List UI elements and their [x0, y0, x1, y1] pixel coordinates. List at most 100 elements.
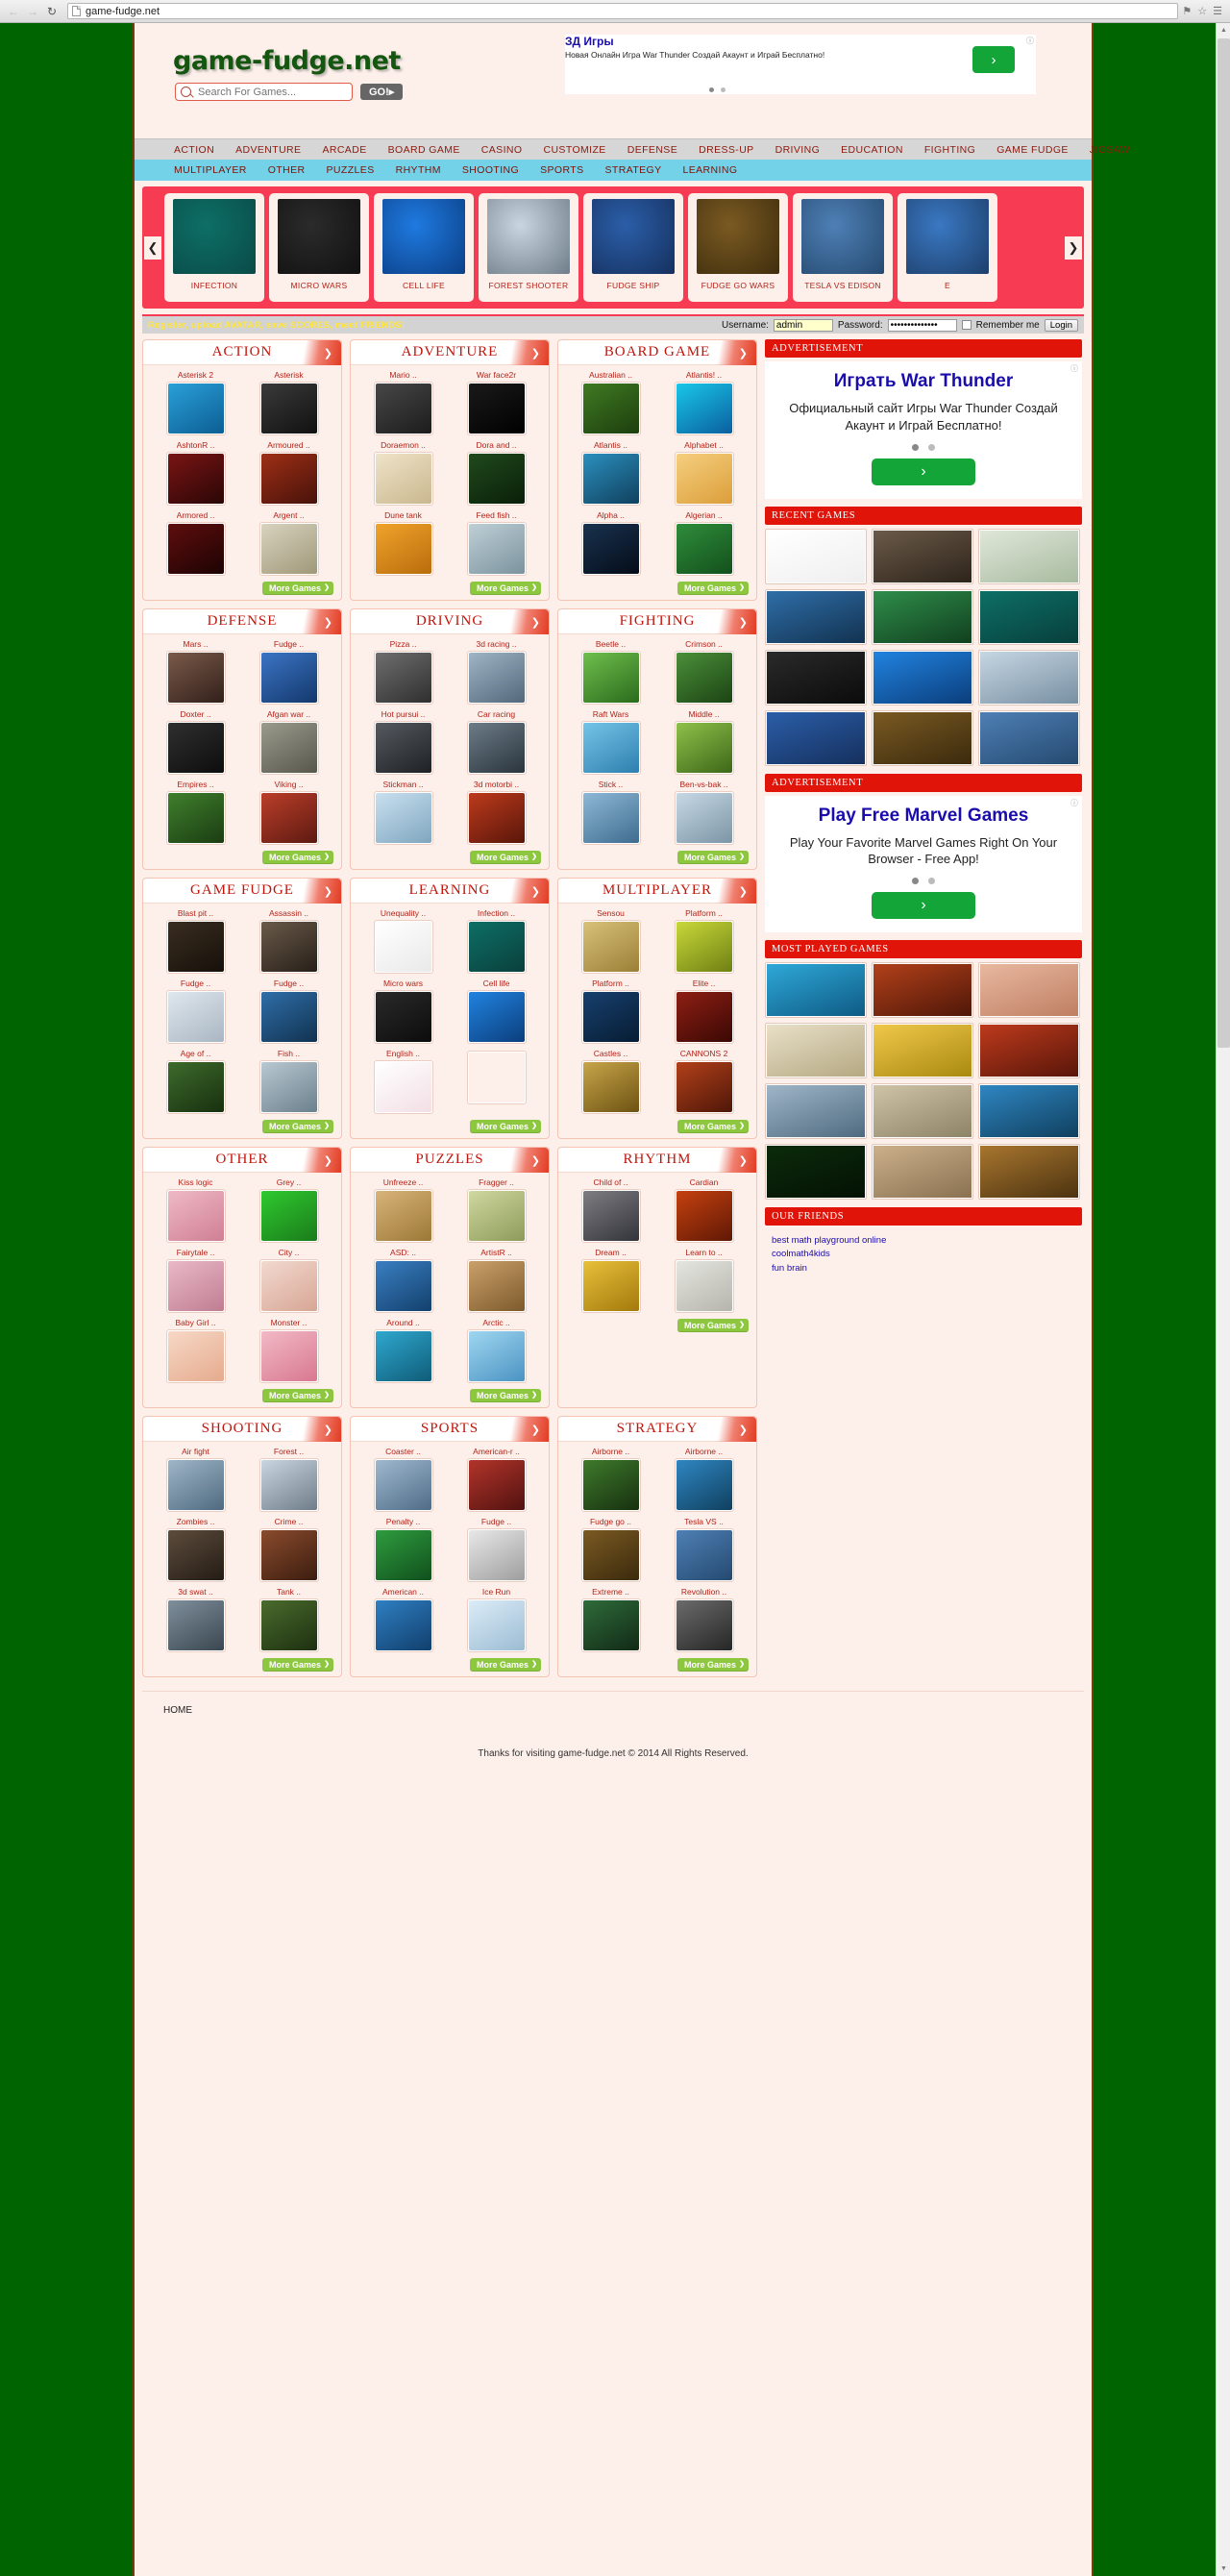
most-played-thumbnail[interactable]	[765, 1144, 867, 1200]
recent-game-thumbnail[interactable]	[765, 588, 867, 645]
game-tile[interactable]: ArtistR ..	[450, 1245, 543, 1313]
nav-item-adventure[interactable]: ADVENTURE	[225, 144, 311, 156]
nav-item-jigsaw[interactable]: JIGSAW	[1079, 144, 1141, 156]
ad1-cta-button[interactable]: ›	[872, 458, 975, 485]
nav-item-strategy[interactable]: STRATEGY	[595, 164, 673, 176]
game-tile[interactable]: Penalty ..	[357, 1514, 450, 1582]
forward-arrow-icon[interactable]: →	[25, 4, 40, 19]
featured-game-card[interactable]: FUDGE SHIP	[583, 193, 683, 302]
top-banner-ad[interactable]: ⓘ ЗД Игры Новая Онлайн Игра War Thunder …	[565, 35, 1036, 94]
game-tile[interactable]: Afgan war ..	[242, 706, 335, 775]
game-tile[interactable]: Fudge ..	[242, 976, 335, 1044]
nav-item-casino[interactable]: CASINO	[471, 144, 533, 156]
more-games-button[interactable]: More Games	[261, 851, 333, 864]
nav-item-sports[interactable]: SPORTS	[529, 164, 594, 176]
game-tile[interactable]: Dream ..	[564, 1245, 657, 1313]
chevron-right-icon[interactable]: ❯	[301, 340, 341, 365]
game-tile[interactable]: American-r ..	[450, 1444, 543, 1512]
most-played-thumbnail[interactable]	[872, 1083, 973, 1139]
game-tile[interactable]: Blast pit ..	[149, 905, 242, 974]
chevron-right-icon[interactable]: ❯	[301, 1148, 341, 1173]
game-tile[interactable]: Stick ..	[564, 777, 657, 845]
most-played-thumbnail[interactable]	[978, 1144, 1080, 1200]
footer-home-link[interactable]: HOME	[135, 1692, 1092, 1716]
game-tile[interactable]: Dune tank	[357, 508, 450, 576]
game-tile[interactable]: Empires ..	[149, 777, 242, 845]
chevron-right-icon[interactable]: ❯	[716, 340, 756, 365]
game-tile[interactable]: Dora and ..	[450, 437, 543, 506]
game-tile[interactable]: City ..	[242, 1245, 335, 1313]
bookmark-icon[interactable]: ⚑	[1182, 5, 1192, 17]
game-tile[interactable]: Around ..	[357, 1315, 450, 1383]
more-games-button[interactable]: More Games	[676, 851, 749, 864]
game-tile[interactable]: Learn to ..	[657, 1245, 750, 1313]
game-tile[interactable]: Unequality ..	[357, 905, 450, 974]
featured-game-card[interactable]: TESLA VS EDISON	[793, 193, 893, 302]
ad2-dots[interactable]	[773, 878, 1074, 884]
recent-game-thumbnail[interactable]	[765, 709, 867, 766]
game-tile[interactable]: ASD: ..	[357, 1245, 450, 1313]
login-button[interactable]: Login	[1044, 318, 1078, 332]
friend-link[interactable]: fun brain	[772, 1262, 1075, 1276]
game-tile[interactable]: Doraemon ..	[357, 437, 450, 506]
game-tile[interactable]: 3d racing ..	[450, 636, 543, 705]
recent-game-thumbnail[interactable]	[978, 588, 1080, 645]
chevron-right-icon[interactable]: ❯	[508, 1417, 549, 1442]
recent-game-thumbnail[interactable]	[872, 649, 973, 706]
game-tile[interactable]	[450, 1046, 543, 1114]
chevron-right-icon[interactable]: ❯	[508, 879, 549, 904]
more-games-button[interactable]: More Games	[469, 1120, 541, 1133]
more-games-button[interactable]: More Games	[676, 1319, 749, 1332]
search-input[interactable]	[196, 85, 340, 99]
chevron-right-icon[interactable]: ❯	[508, 340, 549, 365]
star-icon[interactable]: ☆	[1197, 5, 1207, 17]
register-promo-text[interactable]: Register, upload AVATAR, save SCORES, me…	[148, 320, 405, 331]
game-tile[interactable]: 3d swat ..	[149, 1584, 242, 1652]
game-tile[interactable]: Doxter ..	[149, 706, 242, 775]
nav-item-multiplayer[interactable]: MULTIPLAYER	[163, 164, 258, 176]
chevron-right-icon[interactable]: ❯	[716, 1417, 756, 1442]
top-ad-dots[interactable]	[709, 87, 726, 92]
featured-game-card[interactable]: CELL LIFE	[374, 193, 474, 302]
game-tile[interactable]: Elite ..	[657, 976, 750, 1044]
game-tile[interactable]: Infection ..	[450, 905, 543, 974]
game-tile[interactable]: Sensou	[564, 905, 657, 974]
game-tile[interactable]: Monster ..	[242, 1315, 335, 1383]
most-played-thumbnail[interactable]	[978, 1023, 1080, 1078]
featured-game-card[interactable]: INFECTION	[164, 193, 264, 302]
game-tile[interactable]: Forest ..	[242, 1444, 335, 1512]
most-played-thumbnail[interactable]	[765, 1023, 867, 1078]
nav-item-customize[interactable]: CUSTOMIZE	[532, 144, 616, 156]
more-games-button[interactable]: More Games	[469, 1389, 541, 1402]
chevron-right-icon[interactable]: ❯	[508, 609, 549, 634]
most-played-thumbnail[interactable]	[978, 1083, 1080, 1139]
game-tile[interactable]: Extreme ..	[564, 1584, 657, 1652]
game-tile[interactable]: Middle ..	[657, 706, 750, 775]
game-tile[interactable]: Castles ..	[564, 1046, 657, 1114]
url-bar[interactable]: game-fudge.net	[67, 3, 1179, 19]
nav-item-rhythm[interactable]: RHYTHM	[385, 164, 452, 176]
game-tile[interactable]: Baby Girl ..	[149, 1315, 242, 1383]
game-tile[interactable]: Tesla VS ..	[657, 1514, 750, 1582]
remember-me-checkbox[interactable]	[961, 320, 972, 330]
username-input[interactable]	[773, 318, 833, 332]
nav-item-puzzles[interactable]: PUZZLES	[316, 164, 385, 176]
game-tile[interactable]: Fudge ..	[149, 976, 242, 1044]
chevron-right-icon[interactable]: ❯	[716, 1148, 756, 1173]
game-tile[interactable]: Platform ..	[564, 976, 657, 1044]
chevron-right-icon[interactable]: ❯	[1065, 235, 1082, 260]
more-games-button[interactable]: More Games	[676, 1120, 749, 1133]
game-tile[interactable]: Mario ..	[357, 367, 450, 435]
chevron-right-icon[interactable]: ❯	[301, 1417, 341, 1442]
game-tile[interactable]: Zombies ..	[149, 1514, 242, 1582]
more-games-button[interactable]: More Games	[469, 582, 541, 595]
nav-item-defense[interactable]: DEFENSE	[617, 144, 688, 156]
featured-game-card[interactable]: FOREST SHOOTER	[479, 193, 578, 302]
game-tile[interactable]: Australian ..	[564, 367, 657, 435]
scrollbar-up-arrow[interactable]: ▲	[1217, 23, 1230, 37]
game-tile[interactable]: Fudge ..	[242, 636, 335, 705]
friend-link[interactable]: coolmath4kids	[772, 1248, 1075, 1261]
recent-game-thumbnail[interactable]	[978, 709, 1080, 766]
chevron-right-icon[interactable]: ❯	[301, 609, 341, 634]
nav-item-other[interactable]: OTHER	[258, 164, 316, 176]
